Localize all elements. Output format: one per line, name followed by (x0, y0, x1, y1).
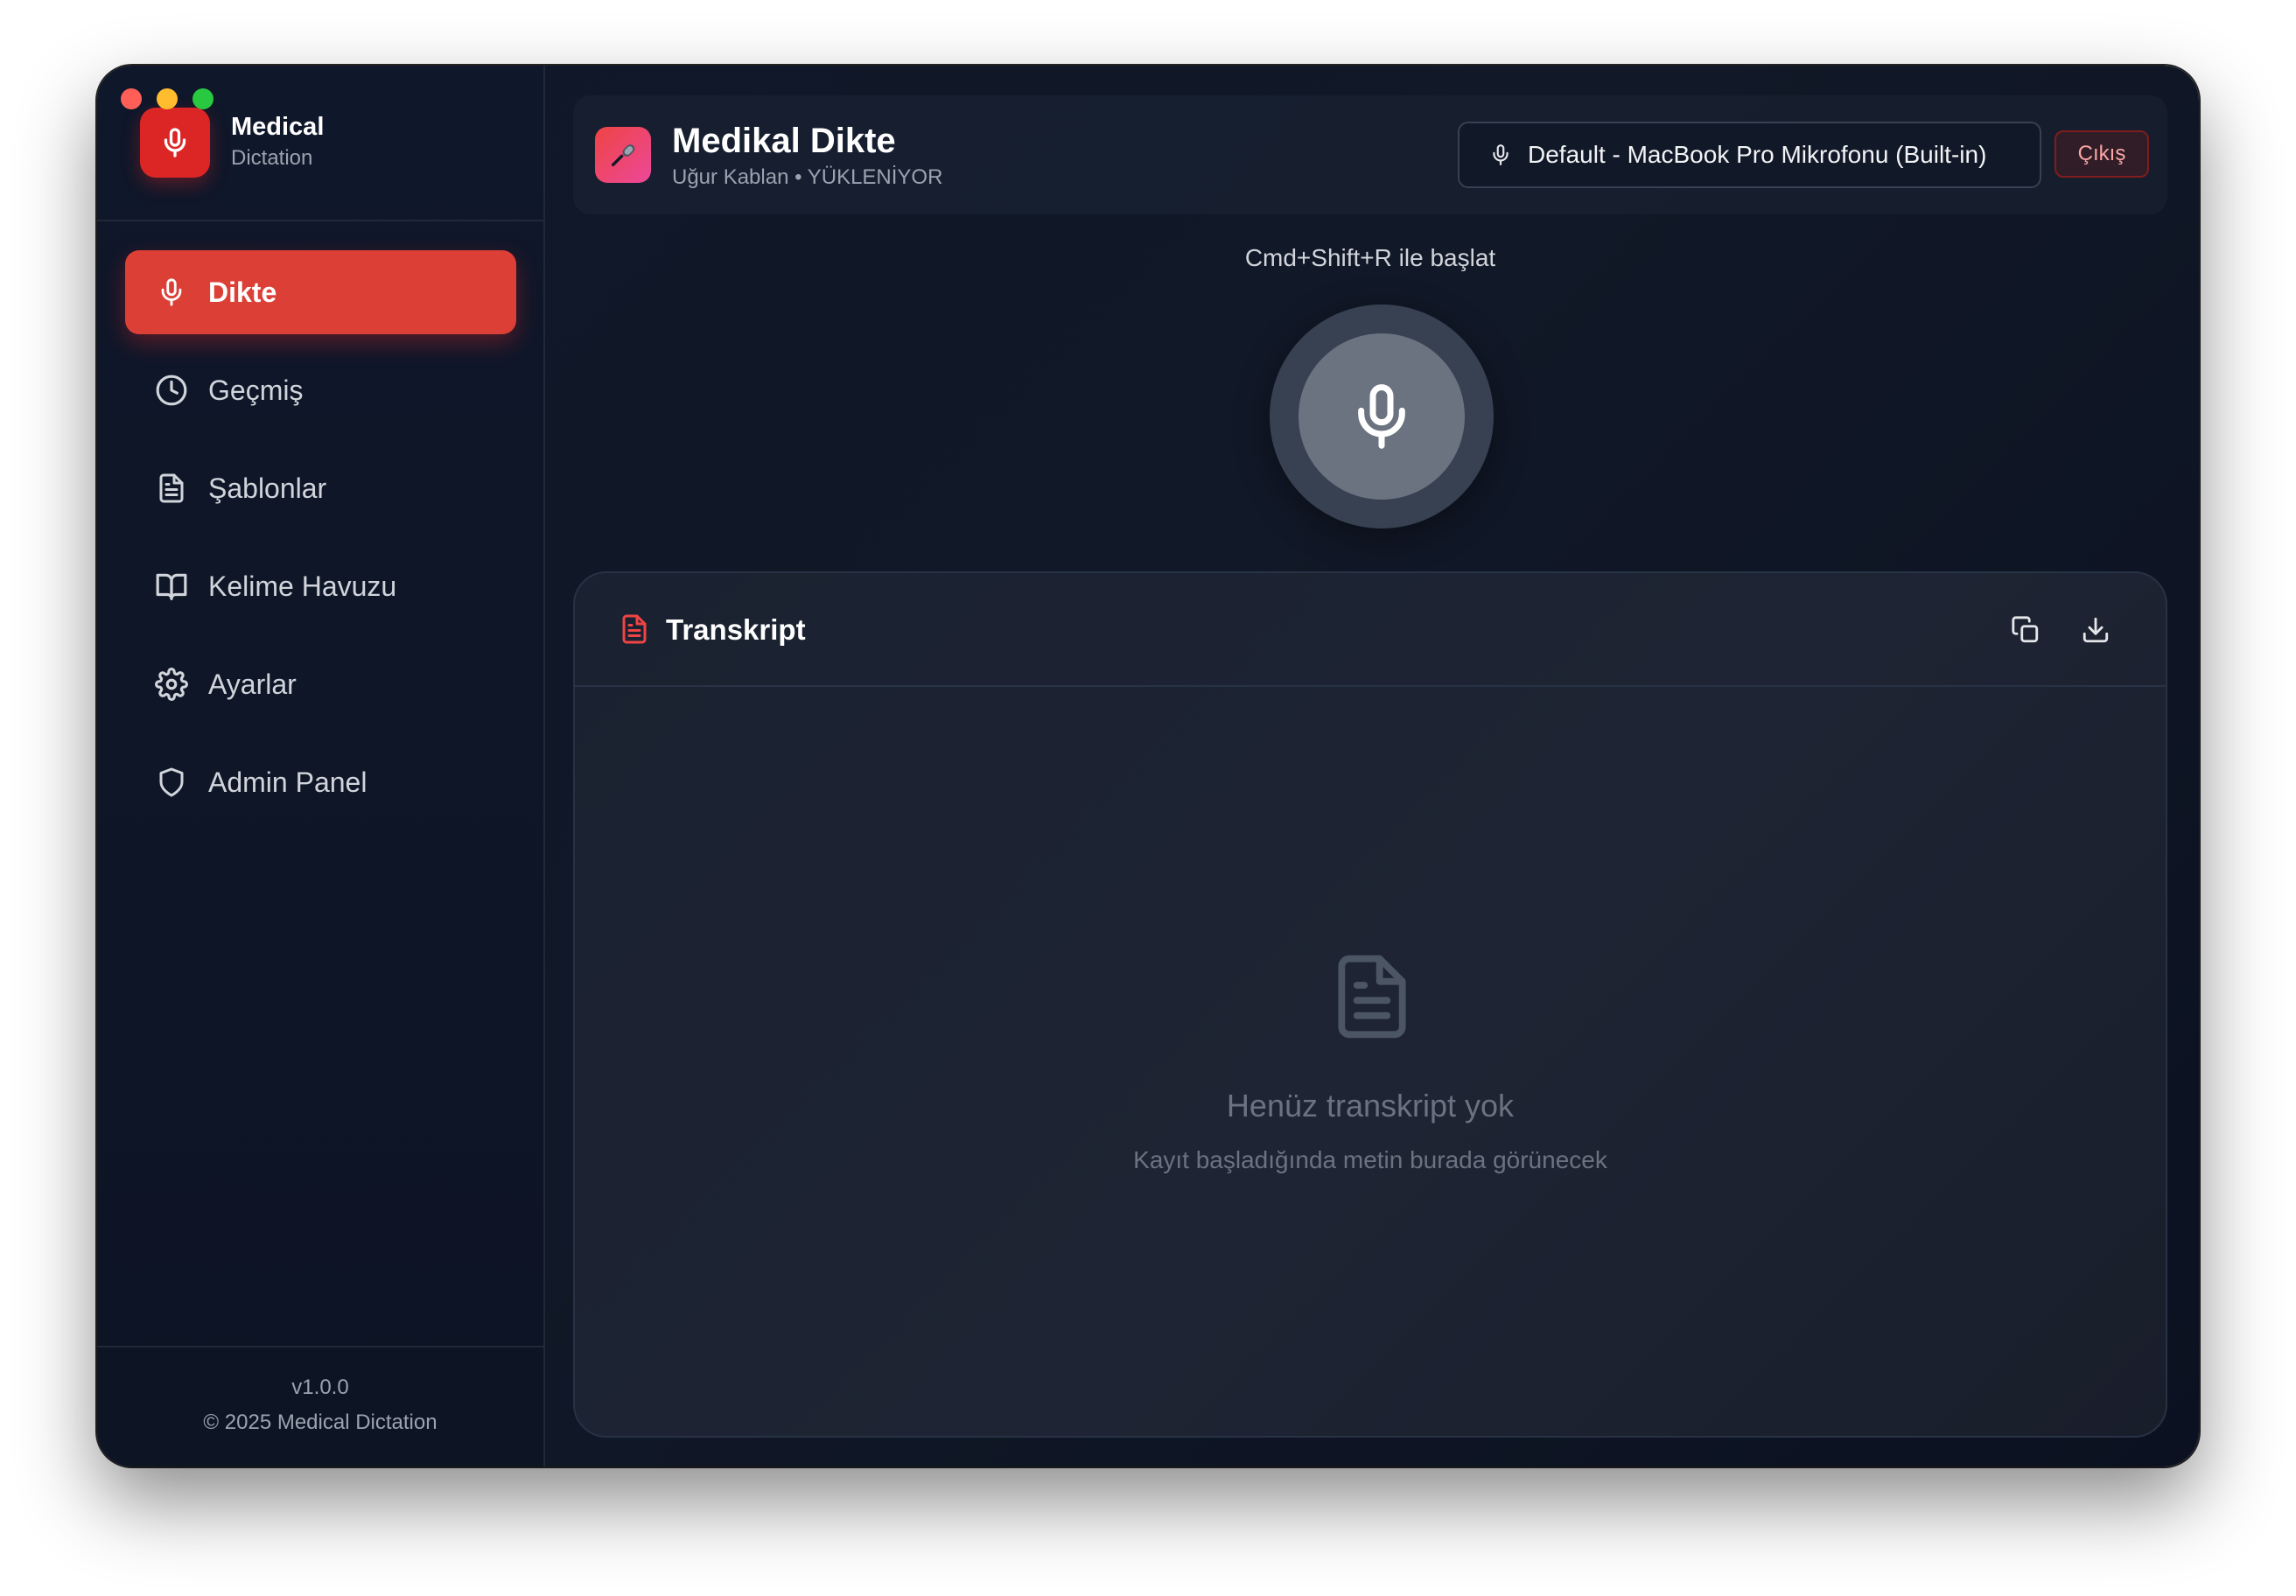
mic-icon (1358, 384, 1405, 449)
sidebar-item-label: Admin Panel (208, 766, 368, 798)
app-window: Medical Dictation Dikte Geçmiş Şablonlar… (97, 66, 2199, 1466)
copy-icon (2012, 616, 2039, 643)
sidebar-item-label: Dikte (208, 276, 277, 308)
download-button[interactable] (2076, 611, 2115, 649)
sidebar-item-kelime-havuzu[interactable]: Kelime Havuzu (125, 544, 516, 628)
sidebar: Medical Dictation Dikte Geçmiş Şablonlar… (97, 66, 545, 1466)
shield-icon (154, 765, 189, 800)
transcript-header: Transkript (575, 573, 2166, 687)
app-header: Medikal Dikte Uğur Kablan • YÜKLENİYOR D… (573, 95, 2167, 214)
microphone-select-value: Default - MacBook Pro Mikrofonu (Built-i… (1528, 141, 1987, 168)
sidebar-footer: v1.0.0 © 2025 Medical Dictation (97, 1346, 543, 1466)
main-content: Medikal Dikte Uğur Kablan • YÜKLENİYOR D… (547, 66, 2199, 1466)
sidebar-item-admin-panel[interactable]: Admin Panel (125, 740, 516, 824)
copy-button[interactable] (2006, 611, 2045, 649)
sidebar-item-sablonlar[interactable]: Şablonlar (125, 446, 516, 530)
zoom-window-button[interactable] (192, 88, 214, 109)
app-version: v1.0.0 (291, 1376, 349, 1399)
logout-button[interactable]: Çıkış (2054, 130, 2149, 178)
record-button[interactable] (1270, 304, 1494, 528)
sidebar-item-label: Şablonlar (208, 472, 327, 504)
mic-icon (154, 275, 189, 310)
brand-logo (140, 108, 210, 178)
mic-icon (164, 128, 186, 158)
brand-subtitle: Dictation (231, 146, 313, 170)
sidebar-item-ayarlar[interactable]: Ayarlar (125, 642, 516, 726)
transcript-title: Transkript (666, 613, 806, 646)
window-controls (121, 88, 214, 109)
empty-state-title: Henüz transkript yok (1226, 1088, 1515, 1124)
user-status: Uğur Kablan • YÜKLENİYOR (672, 165, 943, 189)
empty-state-subtitle: Kayıt başladığında metin burada görünece… (1133, 1146, 1607, 1173)
mic-icon (1493, 144, 1508, 165)
sidebar-item-label: Kelime Havuzu (208, 570, 397, 602)
sidebar-item-label: Geçmiş (208, 374, 304, 406)
file-text-icon (619, 611, 650, 652)
file-text-icon (154, 471, 189, 506)
hotkey-hint: Cmd+Shift+R ile başlat (1244, 244, 1496, 271)
clock-icon (154, 373, 189, 408)
download-icon (2082, 617, 2109, 643)
sidebar-nav: Dikte Geçmiş Şablonlar Kelime Havuzu Aya… (125, 250, 516, 838)
sidebar-item-gecmis[interactable]: Geçmiş (125, 348, 516, 432)
sidebar-item-dikte[interactable]: Dikte (125, 250, 516, 334)
copyright: © 2025 Medical Dictation (203, 1410, 438, 1434)
brand-name: Medical (231, 113, 325, 141)
microphone-select[interactable]: Default - MacBook Pro Mikrofonu (Built-i… (1458, 122, 2041, 188)
book-open-icon (154, 569, 189, 604)
app-icon (595, 127, 651, 183)
record-button-inner (1298, 333, 1465, 500)
gear-icon (154, 667, 189, 702)
minimize-window-button[interactable] (157, 88, 178, 109)
empty-document-icon (1326, 942, 1418, 1055)
page-title: Medikal Dikte (672, 122, 896, 160)
transcript-panel: Transkript Henüz transkript yok Kayıt ba… (573, 571, 2167, 1438)
close-window-button[interactable] (121, 88, 142, 109)
microphone-emoji-icon (611, 144, 635, 167)
sidebar-item-label: Ayarlar (208, 668, 297, 700)
